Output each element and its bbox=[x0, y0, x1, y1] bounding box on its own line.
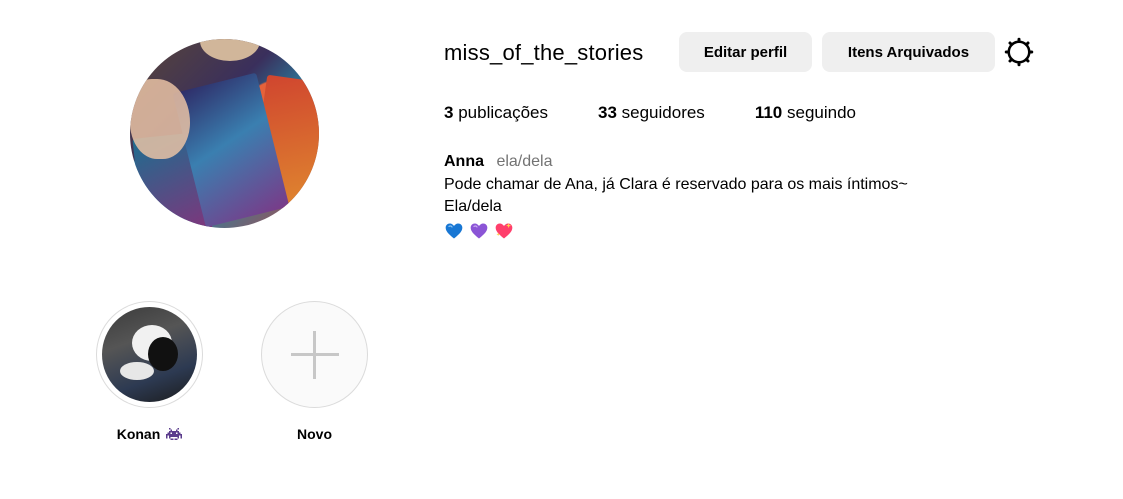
bio-line: Pode chamar de Ana, já Clara é reservado… bbox=[444, 175, 908, 193]
profile-bio: Anna ela/dela Pode chamar de Ana, já Cla… bbox=[444, 151, 908, 241]
stat-count: 33 bbox=[597, 103, 617, 122]
gear-icon[interactable] bbox=[1004, 37, 1034, 67]
profile-stats: 3 publicações 33 seguidores 110 seguindo bbox=[444, 103, 906, 123]
edit-profile-button[interactable]: Editar perfil bbox=[679, 32, 812, 72]
stat-following[interactable]: 110 seguindo bbox=[755, 103, 856, 123]
highlight-ring bbox=[261, 301, 368, 408]
stat-label: seguidores bbox=[621, 103, 705, 122]
cat-shape bbox=[120, 362, 154, 380]
highlight-label-row: Novo bbox=[261, 426, 368, 442]
highlight-new[interactable]: Novo bbox=[261, 301, 368, 442]
bio-name-row: Anna ela/dela bbox=[444, 151, 908, 174]
blue-heart-icon bbox=[445, 223, 463, 238]
cat-shape bbox=[148, 337, 178, 371]
profile-username: miss_of_the_stories bbox=[444, 40, 644, 65]
sparkling-heart-icon bbox=[495, 222, 513, 238]
stat-count: 110 bbox=[754, 103, 783, 122]
alien-monster-icon bbox=[166, 428, 183, 440]
avatar-plate-shape bbox=[200, 39, 260, 61]
bio-hearts bbox=[444, 221, 908, 241]
stat-count: 3 bbox=[444, 103, 454, 122]
highlight-cover-image bbox=[102, 307, 197, 402]
stat-posts[interactable]: 3 publicações bbox=[444, 103, 548, 123]
highlight-ring bbox=[96, 301, 203, 408]
stat-label: seguindo bbox=[786, 103, 856, 122]
purple-heart-icon bbox=[470, 223, 488, 238]
profile-name: Anna bbox=[444, 153, 484, 170]
highlight-label: Konan bbox=[116, 426, 161, 442]
profile-avatar[interactable] bbox=[130, 39, 319, 228]
stat-followers[interactable]: 33 seguidores bbox=[598, 103, 705, 123]
bio-line: Ela/dela bbox=[444, 198, 502, 215]
stat-label: publicações bbox=[458, 103, 548, 122]
archived-items-button[interactable]: Itens Arquivados bbox=[822, 32, 995, 72]
plus-icon bbox=[290, 330, 339, 379]
highlight-label-row: Konan bbox=[96, 426, 203, 442]
highlight-label: Novo bbox=[297, 426, 332, 442]
profile-pronouns: ela/dela bbox=[496, 153, 553, 170]
highlight-konan[interactable]: Konan bbox=[96, 301, 203, 442]
